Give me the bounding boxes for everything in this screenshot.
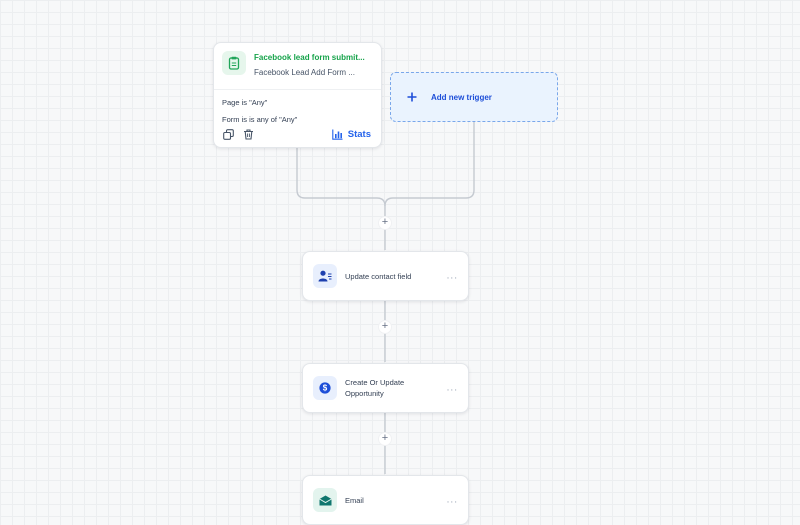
svg-text:$: $ (323, 384, 328, 393)
stats-label: Stats (347, 128, 371, 140)
action-card-email[interactable]: Email ... (302, 475, 469, 525)
add-new-trigger-label: Add new trigger (431, 92, 492, 102)
trigger-filters: Page is "Any" Form is is any of "Any" (214, 90, 381, 124)
contact-update-icon (313, 264, 337, 288)
add-step-button[interactable]: + (379, 433, 391, 445)
add-step-button[interactable]: + (379, 217, 391, 229)
action-card-create-or-update-opportunity[interactable]: $ Create Or Update Opportunity ... (302, 363, 469, 413)
plus-icon (405, 90, 419, 104)
email-icon (313, 488, 337, 512)
trigger-subtitle: Facebook Lead Add Form ... (254, 68, 355, 77)
copy-icon[interactable] (222, 128, 234, 140)
action-label: Update contact field (345, 271, 412, 281)
action-label: Create Or Update Opportunity (345, 378, 405, 398)
add-new-trigger-button[interactable]: Add new trigger (390, 72, 558, 122)
action-label: Email (345, 496, 364, 505)
trigger-filter-form: Form is is any of "Any" (222, 115, 298, 124)
more-options-button[interactable]: ... (447, 383, 458, 394)
trigger-filter-page: Page is "Any" (222, 98, 268, 107)
trigger-card[interactable]: Facebook lead form submit... Facebook Le… (213, 42, 382, 148)
trigger-header: Facebook lead form submit... Facebook Le… (214, 43, 381, 90)
trigger-footer: Stats (222, 127, 371, 141)
more-options-button[interactable]: ... (447, 271, 458, 282)
stats-button[interactable]: Stats (332, 128, 371, 140)
action-card-update-contact-field[interactable]: Update contact field ... (302, 251, 469, 301)
trash-icon[interactable] (242, 128, 254, 140)
more-options-button[interactable]: ... (447, 495, 458, 506)
dollar-icon: $ (313, 376, 337, 400)
clipboard-icon (222, 51, 246, 75)
add-step-button[interactable]: + (379, 321, 391, 333)
bar-chart-icon (332, 128, 344, 140)
trigger-title: Facebook lead form submit... (254, 53, 365, 62)
